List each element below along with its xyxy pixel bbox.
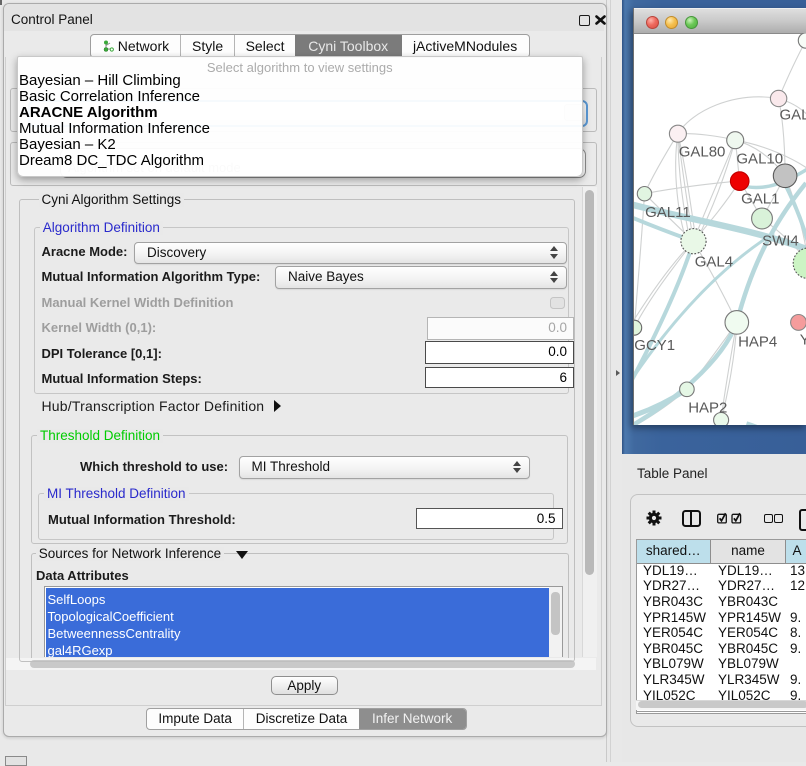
svg-text:GAL11: GAL11 bbox=[645, 203, 691, 220]
svg-text:GAL80: GAL80 bbox=[678, 143, 725, 160]
svg-text:GAL4: GAL4 bbox=[694, 253, 732, 270]
svg-text:HAP2: HAP2 bbox=[688, 399, 727, 416]
svg-text:SWI4: SWI4 bbox=[762, 232, 799, 249]
svg-text:GAL10: GAL10 bbox=[736, 150, 783, 167]
svg-text:Y: Y bbox=[799, 331, 806, 348]
svg-text:HAP4: HAP4 bbox=[738, 333, 777, 350]
svg-text:GCY1: GCY1 bbox=[634, 337, 675, 354]
svg-text:GAL1: GAL1 bbox=[741, 190, 779, 207]
svg-text:GAL7: GAL7 bbox=[779, 106, 806, 123]
